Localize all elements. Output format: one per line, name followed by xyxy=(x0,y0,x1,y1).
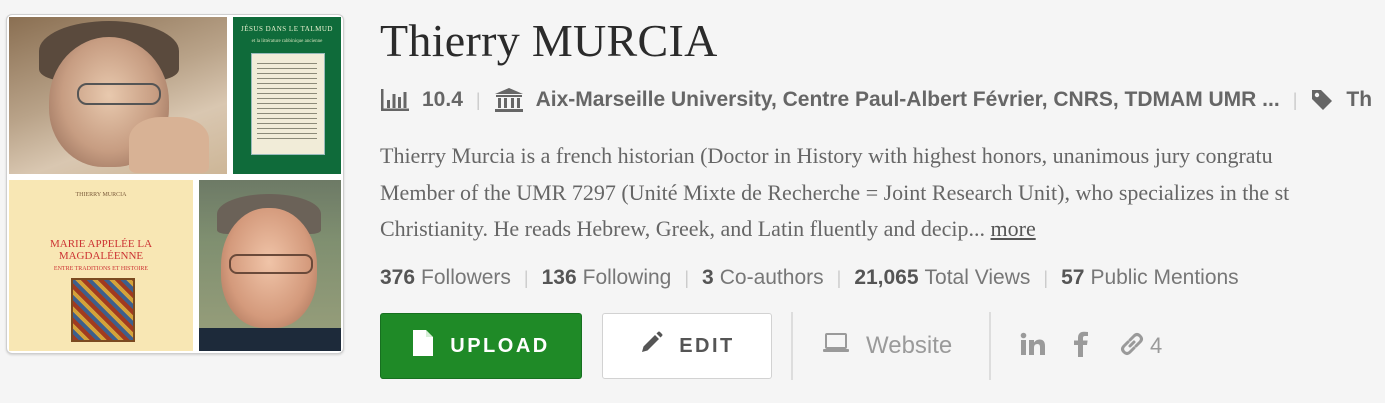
tag-icon xyxy=(1310,88,1334,112)
book-cover-jesus-talmud: JÉSUS DANS LE TALMUD et la littérature r… xyxy=(233,17,341,174)
book-cover-marie-magdaleenne: THIERRY MURCIA MARIE APPELÉE LA MAGDALÉE… xyxy=(9,180,193,351)
linkedin-icon xyxy=(1020,332,1046,361)
divider xyxy=(791,312,793,380)
coauthors-label: Co-authors xyxy=(719,266,824,289)
total-views-stat[interactable]: 21,065 Total Views xyxy=(854,266,1030,290)
book-cover-subtitle: et la littérature rabbinique ancienne xyxy=(251,39,323,44)
facebook-link[interactable] xyxy=(1073,330,1089,362)
upload-button[interactable]: UPLOAD xyxy=(380,313,582,379)
following-stat[interactable]: 136 Following xyxy=(542,266,672,290)
bio-line-1: Thierry Murcia is a french historian (Do… xyxy=(380,143,1273,168)
edit-label: EDIT xyxy=(679,334,735,357)
book-cover-title: JÉSUS DANS LE TALMUD xyxy=(241,25,333,33)
profile-stats: 376 Followers | 136 Following | 3 Co-author… xyxy=(380,266,1239,290)
public-mentions-label: Public Mentions xyxy=(1090,266,1239,289)
upload-label: UPLOAD xyxy=(450,334,550,357)
pencil-icon xyxy=(639,331,679,361)
followers-label: Followers xyxy=(421,266,511,289)
edit-button[interactable]: EDIT xyxy=(602,313,772,379)
portrait-photo-1 xyxy=(9,17,227,174)
website-label: Website xyxy=(866,332,953,359)
affiliation-link[interactable]: Aix-Marseille University, Centre Paul-Al… xyxy=(536,88,1280,112)
public-mentions-count: 57 xyxy=(1061,266,1085,289)
laptop-icon xyxy=(822,332,866,361)
coauthors-stat[interactable]: 3 Co-authors xyxy=(702,266,824,290)
profile-name: Thierry MURCIA xyxy=(380,15,718,66)
author-score[interactable]: 10.4 xyxy=(422,88,463,112)
link-icon xyxy=(1118,330,1146,363)
bio-line-3: Christianity. He reads Hebrew, Greek, an… xyxy=(380,216,985,241)
institution-icon xyxy=(494,87,524,113)
links-button[interactable]: 4 xyxy=(1118,330,1162,362)
book-cover-subtitle: ENTRE TRADITIONS ET HISTOIRE xyxy=(53,266,149,272)
divider xyxy=(989,312,991,380)
bio-more-link[interactable]: more xyxy=(991,216,1036,241)
following-count: 136 xyxy=(541,266,577,289)
file-icon xyxy=(412,329,450,363)
total-views-label: Total Views xyxy=(924,266,1031,289)
coauthors-count: 3 xyxy=(702,266,714,289)
links-count: 4 xyxy=(1150,333,1163,358)
total-views-count: 21,065 xyxy=(854,266,919,289)
linkedin-link[interactable] xyxy=(1020,330,1046,362)
followers-count: 376 xyxy=(380,266,416,289)
bar-chart-icon xyxy=(380,88,410,112)
book-cover-author: THIERRY MURCIA xyxy=(75,192,127,198)
facebook-icon xyxy=(1073,331,1089,362)
profile-meta-row: 10.4 | Aix-Marseille University, Centre … xyxy=(380,84,1385,116)
book-cover-title: MARIE APPELÉE LA MAGDALÉENNE xyxy=(49,238,153,262)
profile-bio: Thierry Murcia is a french historian (Do… xyxy=(380,138,1385,248)
followers-stat[interactable]: 376 Followers xyxy=(380,266,511,290)
profile-image-collage[interactable]: JÉSUS DANS LE TALMUD et la littérature r… xyxy=(6,14,344,354)
bio-line-2: Member of the UMR 7297 (Unité Mixte de R… xyxy=(380,179,1290,205)
research-interests-link[interactable]: Th xyxy=(1346,88,1372,112)
public-mentions-stat[interactable]: 57 Public Mentions xyxy=(1061,266,1239,290)
website-link[interactable]: Website xyxy=(822,328,952,364)
following-label: Following xyxy=(582,266,672,289)
portrait-photo-2 xyxy=(199,180,341,351)
